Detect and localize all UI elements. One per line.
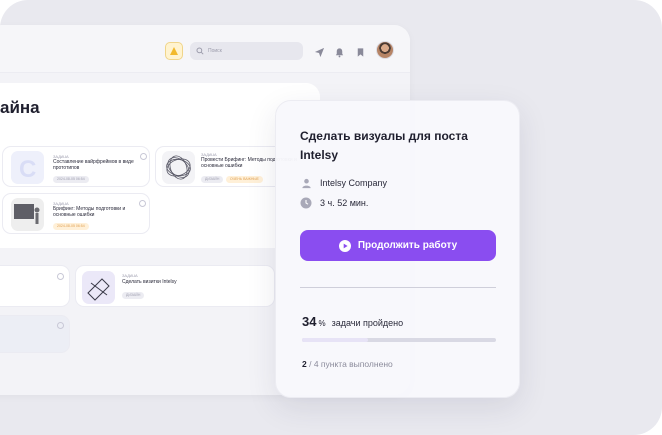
clock-icon [300,197,312,209]
card-status-dot[interactable] [140,153,147,160]
task-card-partial[interactable] [0,315,70,353]
page-title: айна [0,98,40,117]
progress-value: 34 [302,314,317,329]
send-icon [314,47,325,58]
business-cards-thumbnail [82,271,115,304]
progress-label: задачи пройдено [331,318,404,328]
task-card[interactable]: C ЗАДАЧА Составление вайрфреймов в виде … [2,146,150,187]
progress-summary: 34 % задачи пройдено [302,314,403,329]
progress-bar-fill [302,338,368,342]
steps-counter: 2 / 4 пункта выполнено [302,359,393,369]
task-card[interactable]: ЗАДАЧА Брифинг: Методы подготовки и осно… [2,193,150,234]
card-status-dot[interactable] [57,273,64,280]
svg-text:C: C [19,156,36,183]
search-icon [196,47,204,55]
divider [300,287,496,288]
card-status-dot[interactable] [139,200,146,207]
card-status-dot[interactable] [57,322,64,329]
tag-chip: ДИЗАЙН [201,176,224,183]
task-card[interactable]: ЗАДАЧА Сделать визитки Intelsy ДИЗАЙН [75,265,275,307]
steps-rest: / 4 пункта выполнено [309,359,393,369]
duration-row: 3 ч. 52 мин. [300,197,368,209]
app-stage: Поиск айна C ЗАДАЧА Составление вайрфрей… [0,0,662,435]
priority-chip: ОЧЕНЬ ВАЖНЫЕ [226,176,263,183]
card-title: Брифинг: Методы подготовки и основные ош… [53,206,126,218]
card-title: Составление вайрфреймов в виде прототипо… [53,159,134,171]
spiral-thumbnail [162,151,195,184]
date-chip: 2024-08-05 06:54 [53,176,89,183]
continue-work-button[interactable]: Продолжить работу [300,230,496,261]
bookmark-icon [357,48,364,57]
company-name: Intelsy Company [320,178,388,188]
notifications-button[interactable] [334,45,345,58]
bookmarks-button[interactable] [355,45,366,57]
play-icon [338,239,351,252]
task-title: Сделать визуалы для поста Intelsy [300,129,468,162]
search-placeholder: Поиск [208,48,222,54]
search-input[interactable]: Поиск [190,42,303,60]
presentation-thumbnail [11,198,44,231]
brand-logo-button[interactable] [165,42,183,60]
progress-bar [302,338,496,342]
company-row: Intelsy Company [300,177,387,189]
letter-c-thumbnail: C [11,151,44,184]
card-label: ЗАДАЧА [122,273,138,278]
date-chip: 2024-08-05 06:54 [53,223,89,230]
progress-unit: % [318,319,326,328]
person-icon [300,177,312,189]
card-title: Сделать визитки Intelsy [122,279,177,285]
tag-chip: ДИЗАЙН [122,292,145,299]
top-bar: Поиск [0,25,410,73]
task-card-partial[interactable] [0,265,70,307]
user-avatar[interactable] [376,41,394,59]
bell-icon [335,48,344,58]
send-button[interactable] [314,45,325,58]
triangle-logo-icon [170,47,178,55]
task-detail-modal: Сделать визуалы для поста Intelsy Intels… [275,100,520,398]
steps-done: 2 [302,359,307,369]
duration-value: 3 ч. 52 мин. [320,198,369,208]
continue-work-label: Продолжить работу [357,240,458,251]
